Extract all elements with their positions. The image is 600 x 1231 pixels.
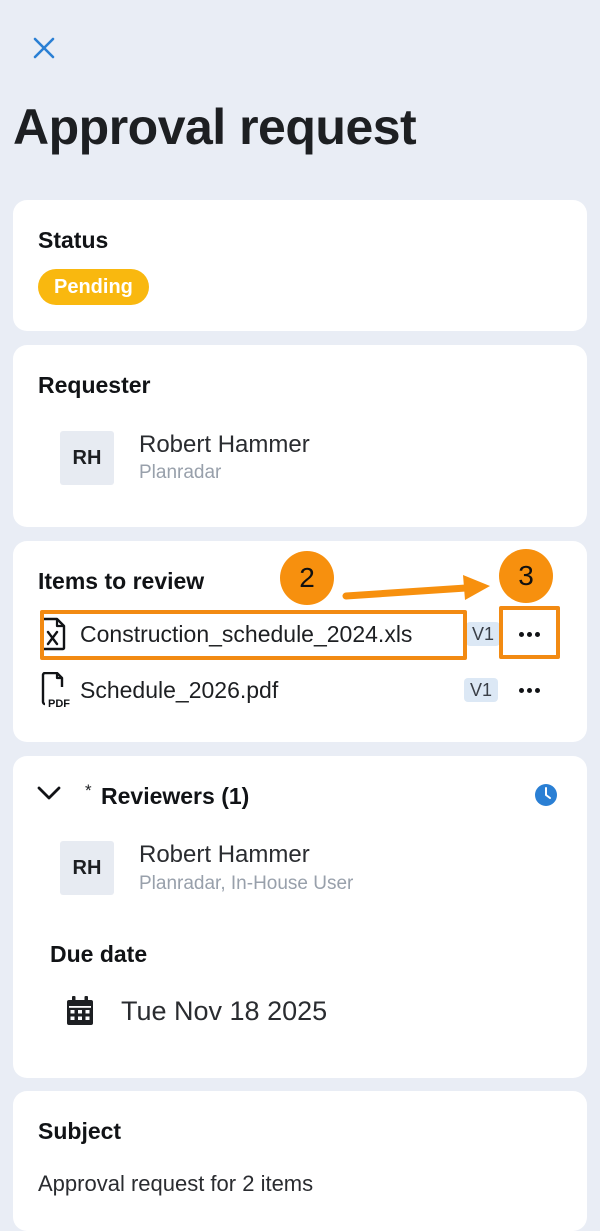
- required-mark: *: [85, 781, 92, 800]
- more-options-button[interactable]: [510, 675, 548, 705]
- requester-card: Requester RH Robert Hammer Planradar: [13, 345, 587, 527]
- reviewers-card: * Reviewers (1) RH Robert Hammer Planrad…: [13, 756, 587, 1078]
- chevron-down-icon[interactable]: [36, 784, 62, 802]
- svg-text:PDF: PDF: [48, 698, 70, 708]
- step-badge: 3: [499, 549, 553, 603]
- dot: [526, 687, 532, 693]
- dot: [518, 687, 524, 693]
- avatar: RH: [60, 841, 114, 895]
- dot: [518, 631, 524, 637]
- status-label: Status: [38, 227, 109, 253]
- requester-label: Requester: [38, 372, 151, 398]
- more-options-button[interactable]: [510, 619, 548, 649]
- close-button[interactable]: [26, 30, 62, 66]
- reviewers-label: Reviewers (1): [101, 783, 250, 809]
- page-title: Approval request: [13, 99, 417, 155]
- requester-name: Robert Hammer: [139, 431, 310, 458]
- subject-card: Subject Approval request for 2 items: [13, 1091, 587, 1231]
- version-badge: V1: [466, 622, 501, 646]
- file-name: Schedule_2026.pdf: [80, 677, 279, 703]
- dot: [526, 631, 532, 637]
- step-badge: 2: [280, 551, 334, 605]
- avatar: RH: [60, 431, 114, 485]
- dot: [534, 687, 540, 693]
- dot: [534, 631, 540, 637]
- clock-icon: [535, 784, 557, 806]
- requester-company: Planradar: [139, 462, 222, 483]
- version-badge: V1: [464, 678, 499, 702]
- status-badge: Pending: [38, 269, 149, 305]
- file-name: Construction_schedule_2024.xls: [80, 621, 413, 647]
- reviewer-details: Planradar, In-House User: [139, 873, 354, 894]
- due-date-value[interactable]: Tue Nov 18 2025: [121, 996, 327, 1027]
- close-icon: [33, 37, 55, 59]
- subject-label: Subject: [38, 1118, 122, 1144]
- items-label: Items to review: [38, 568, 205, 594]
- pdf-file-icon: PDF: [41, 672, 70, 708]
- due-date-label: Due date: [50, 941, 148, 967]
- status-card: Status Pending: [13, 200, 587, 331]
- excel-file-icon: [40, 617, 66, 651]
- reviewer-name: Robert Hammer: [139, 841, 310, 868]
- subject-text: Approval request for 2 items: [38, 1171, 314, 1196]
- calendar-icon: [67, 996, 93, 1025]
